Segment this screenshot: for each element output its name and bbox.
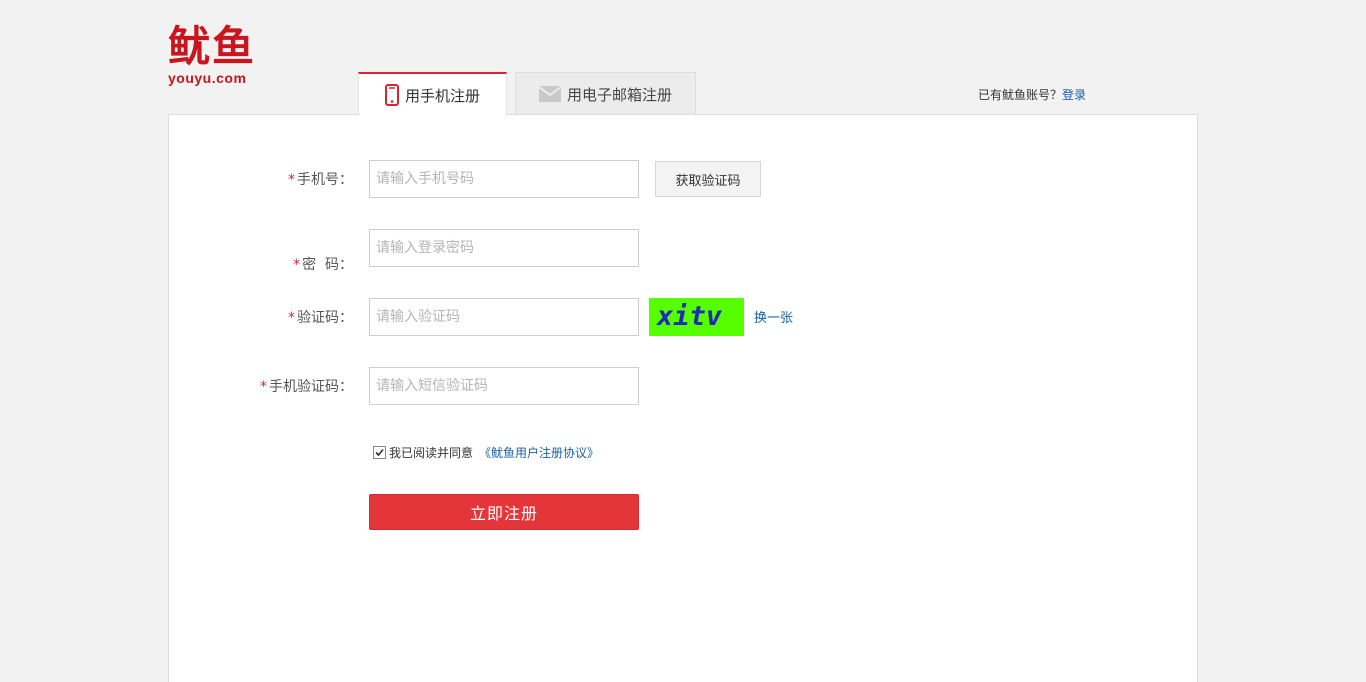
agreement-text: 我已阅读并同意 xyxy=(389,446,474,460)
login-hint: 已有鱿鱼账号？登录 xyxy=(978,86,1086,103)
login-link[interactable]: 登录 xyxy=(1062,88,1086,102)
captcha-label-text: 验证码： xyxy=(297,310,353,326)
register-panel xyxy=(168,114,1198,682)
login-hint-text: 已有鱿鱼账号？ xyxy=(978,88,1063,102)
password-label-text: 密 码： xyxy=(302,257,353,273)
required-mark: * xyxy=(288,172,295,188)
sms-code-label: * 手机验证码： xyxy=(260,376,353,396)
captcha-input[interactable] xyxy=(369,298,639,336)
sms-code-label-text: 手机验证码： xyxy=(269,379,353,395)
tab-phone-label: 用手机注册 xyxy=(404,86,480,105)
logo-domain-text: youyu.com xyxy=(168,70,247,86)
get-code-button[interactable]: 获取验证码 xyxy=(655,161,761,197)
tab-email-register[interactable]: 用电子邮箱注册 xyxy=(515,72,696,115)
required-mark: * xyxy=(293,257,301,273)
required-mark: * xyxy=(260,379,267,395)
phone-input[interactable] xyxy=(369,160,639,198)
phone-label: * 手机号： xyxy=(288,169,353,189)
captcha-text: xitv xyxy=(656,301,723,332)
agreement-link[interactable]: 《鱿鱼用户注册协议》 xyxy=(479,444,599,461)
password-label: * 密 码： xyxy=(284,238,353,274)
captcha-image[interactable]: xitv xyxy=(649,298,744,336)
required-mark: * xyxy=(288,310,295,326)
checkmark-icon xyxy=(375,448,384,457)
captcha-label: * 验证码： xyxy=(288,307,353,327)
sms-code-input[interactable] xyxy=(369,367,639,405)
agreement-checkbox[interactable] xyxy=(373,446,386,459)
refresh-captcha-link[interactable]: 换一张 xyxy=(754,307,793,326)
phone-label-text: 手机号： xyxy=(297,172,353,188)
mobile-phone-icon xyxy=(384,84,399,106)
envelope-icon xyxy=(538,86,561,102)
logo-chinese-text: 鱿鱼 xyxy=(168,22,257,71)
site-logo[interactable]: 鱿鱼 youyu.com xyxy=(168,24,268,92)
tab-email-label: 用电子邮箱注册 xyxy=(566,85,672,104)
register-submit-button[interactable]: 立即注册 xyxy=(369,494,639,530)
agreement-row: 我已阅读并同意 《鱿鱼用户注册协议》 xyxy=(373,444,599,461)
tab-phone-register[interactable]: 用手机注册 xyxy=(358,72,507,116)
password-input[interactable] xyxy=(369,229,639,267)
